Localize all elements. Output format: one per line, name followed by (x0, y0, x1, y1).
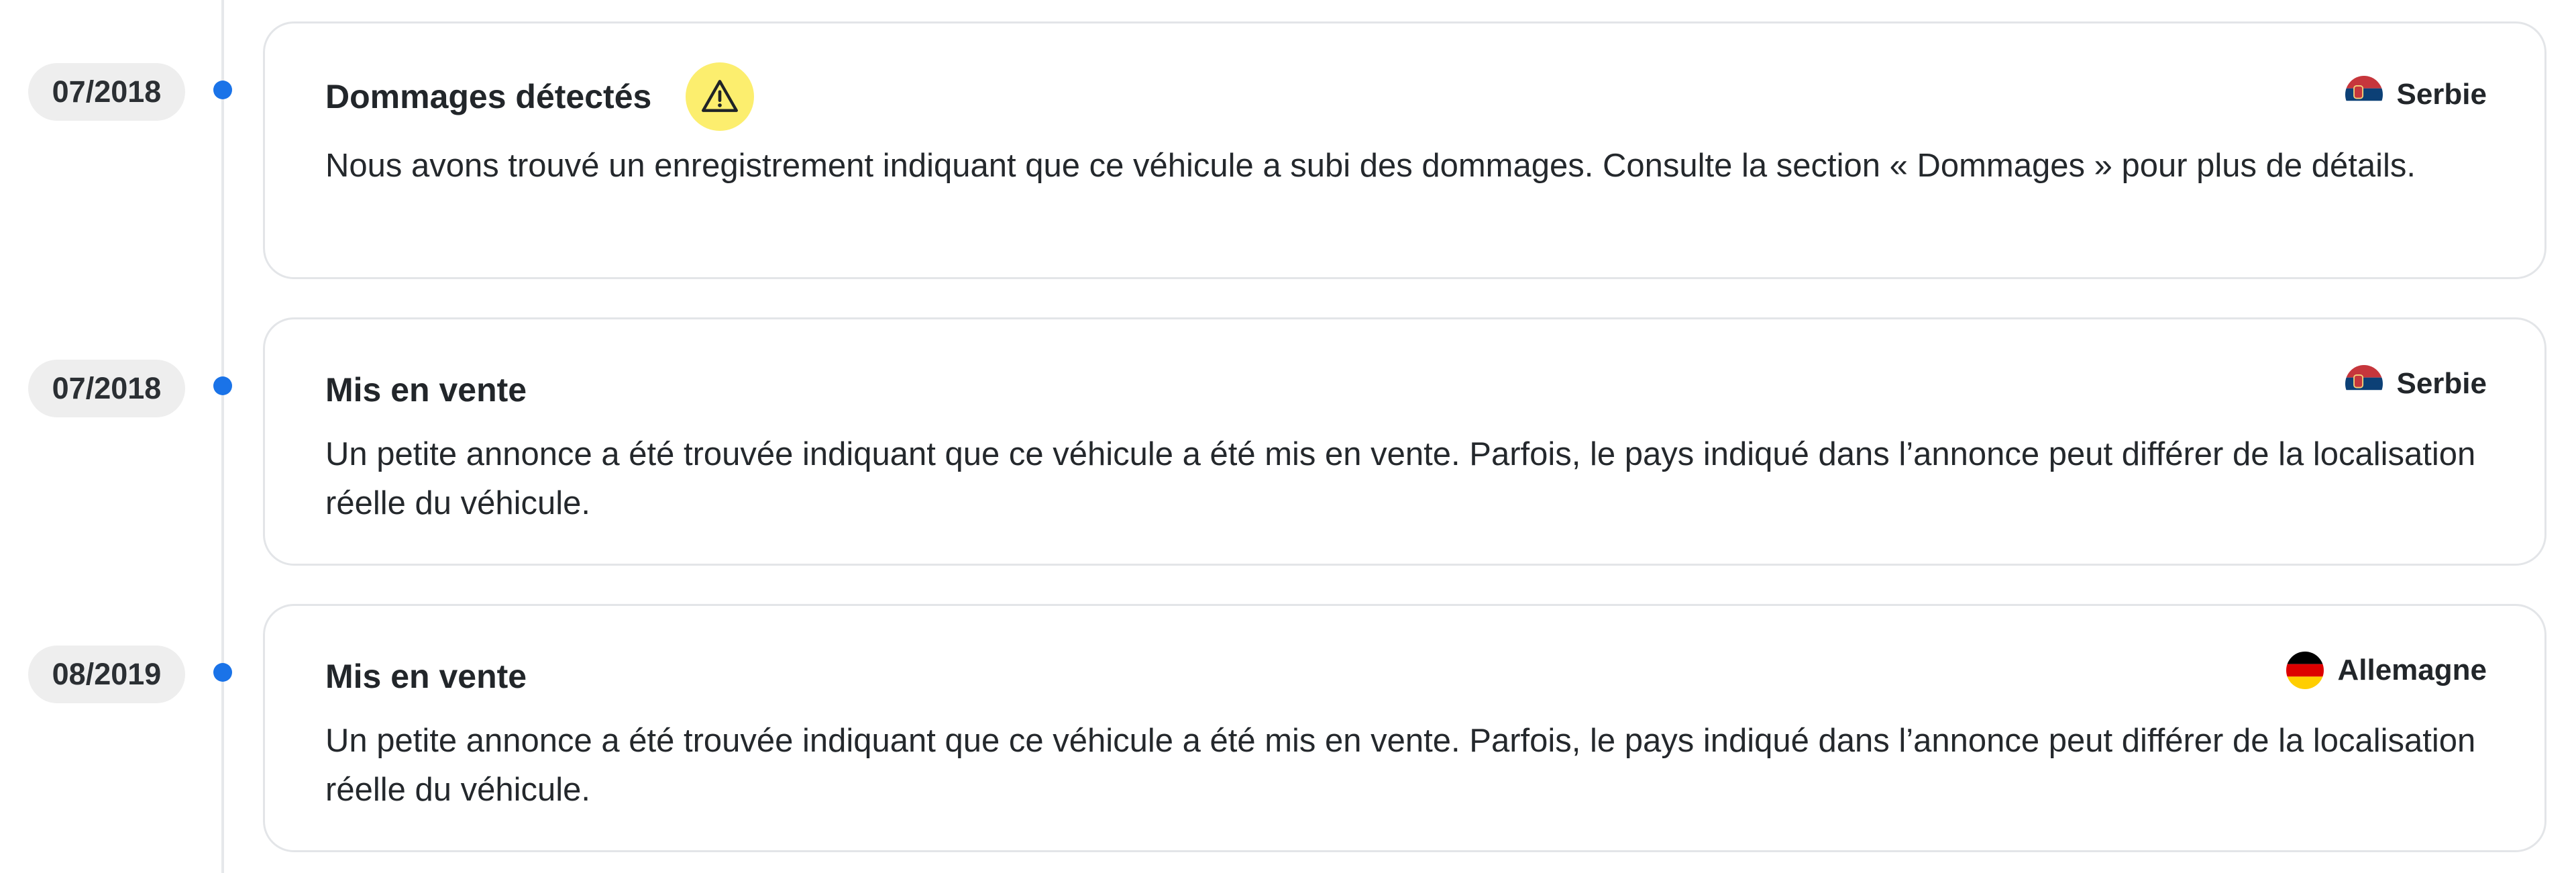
country-name: Serbie (2396, 78, 2487, 111)
timeline-dot (213, 81, 232, 99)
country-label: Serbie (2345, 76, 2487, 113)
date-badge: 07/2018 (28, 63, 185, 121)
event-title: Mis en vente (325, 658, 527, 695)
serbia-flag-icon (2345, 76, 2383, 113)
event-description: Nous avons trouvé un enregistrement indi… (325, 148, 2416, 184)
warning-badge (686, 62, 754, 131)
date-badge: 07/2018 (28, 360, 185, 417)
country-name: Allemagne (2337, 654, 2487, 686)
event-card: Mis en vente Serbie Un petite annonce a … (263, 317, 2546, 566)
event-title: Mis en vente (325, 371, 527, 409)
timeline-line (221, 0, 224, 873)
country-label: Serbie (2345, 365, 2487, 403)
serbia-flag-icon (2345, 365, 2383, 403)
germany-flag-icon (2286, 652, 2324, 689)
vehicle-history-timeline: 07/2018 Dommages détectés Serbie Nous av… (0, 0, 2576, 873)
event-card: Dommages détectés Serbie Nous avons trou… (263, 21, 2546, 279)
event-description: Un petite annonce a été trouvée indiquan… (325, 723, 2476, 808)
country-label: Allemagne (2286, 652, 2487, 689)
timeline-dot (213, 376, 232, 395)
event-title: Dommages détectés (325, 78, 652, 115)
event-description: Un petite annonce a été trouvée indiquan… (325, 436, 2476, 521)
event-card: Mis en vente Allemagne Un petite annonce… (263, 604, 2546, 852)
warning-triangle-icon (702, 80, 738, 112)
country-name: Serbie (2396, 367, 2487, 400)
date-badge: 08/2019 (28, 646, 185, 703)
timeline-dot (213, 663, 232, 682)
